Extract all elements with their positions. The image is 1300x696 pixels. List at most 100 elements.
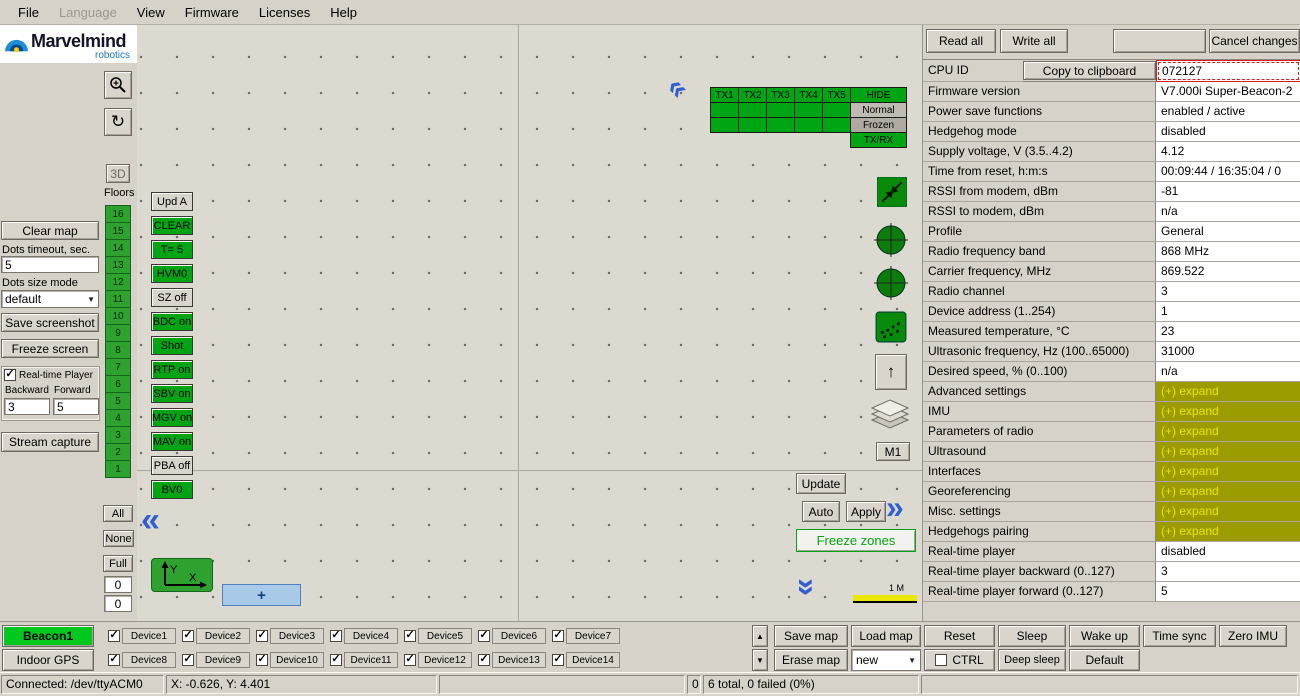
device-toggle[interactable]: ✓ Device10 — [256, 652, 326, 668]
indoor-gps-tab[interactable]: Indoor GPS — [2, 649, 94, 671]
save-map-button[interactable]: Save map — [774, 625, 848, 647]
default-button[interactable]: Default — [1069, 649, 1140, 671]
3d-view-button[interactable]: 3D — [106, 164, 130, 183]
parameter-value[interactable]: 23 — [1156, 322, 1300, 342]
tx-column-header[interactable]: TX4 — [794, 87, 823, 103]
parameter-value[interactable]: (+) expand — [1156, 402, 1300, 422]
axis-orientation-widget[interactable]: Y X — [151, 558, 213, 592]
parameter-value[interactable]: 4.12 — [1156, 142, 1300, 162]
tx-column-header[interactable]: TX3 — [766, 87, 795, 103]
parameter-value[interactable]: (+) expand — [1156, 522, 1300, 542]
parameter-value[interactable]: -81 — [1156, 182, 1300, 202]
device-toggle[interactable]: ✓ Device6 — [478, 628, 548, 644]
device-toggle[interactable]: ✓ Device5 — [404, 628, 474, 644]
map-area[interactable]: « TX1TX2TX3TX4TX5 HIDE Normal Frozen TX/… — [137, 25, 922, 621]
parameter-value[interactable]: n/a — [1156, 362, 1300, 382]
device-toggle[interactable]: ✓ Device12 — [404, 652, 474, 668]
layers-control[interactable] — [868, 398, 912, 438]
update-button[interactable]: Update — [796, 473, 846, 494]
menu-item[interactable]: Firmware — [175, 1, 249, 24]
floor-button[interactable]: 8 — [105, 341, 131, 359]
tx-column-header[interactable]: TX1 — [710, 87, 739, 103]
write-all-button[interactable]: Write all — [1000, 29, 1068, 53]
menu-item[interactable]: Help — [320, 1, 367, 24]
parameter-value[interactable]: V7.000i Super-Beacon-2 — [1156, 82, 1300, 102]
device-checkbox[interactable]: ✓ — [330, 654, 342, 666]
map-select[interactable]: new ▼ — [851, 649, 921, 671]
stream-capture-button[interactable]: Stream capture — [1, 432, 99, 452]
parameter-value[interactable]: (+) expand — [1156, 462, 1300, 482]
tx-cell[interactable] — [794, 102, 823, 118]
device-toggle[interactable]: ✓ Device14 — [552, 652, 622, 668]
device-scroll-up-button[interactable]: ▲ — [752, 625, 768, 647]
submap-move-control[interactable] — [872, 264, 910, 302]
chevron-down-double-icon[interactable]: » — [792, 578, 824, 596]
device-checkbox[interactable]: ✓ — [182, 654, 194, 666]
device-toggle[interactable]: ✓ Device11 — [330, 652, 400, 668]
floors-none-button[interactable]: None — [103, 530, 134, 547]
device-toggle[interactable]: ✓ Device8 — [108, 652, 178, 668]
menu-item[interactable]: File — [8, 1, 49, 24]
save-screenshot-button[interactable]: Save screenshot — [1, 313, 99, 332]
parameter-value[interactable]: 5 — [1156, 582, 1300, 602]
forward-input[interactable] — [53, 398, 99, 415]
tx-txrx-button[interactable]: TX/RX — [850, 132, 907, 148]
collapse-up-left-icon[interactable]: « — [661, 71, 694, 104]
device-checkbox[interactable]: ✓ — [182, 630, 194, 642]
chevron-down-icon[interactable]: ▼ — [908, 656, 916, 665]
backward-input[interactable] — [4, 398, 50, 415]
map-mode-button[interactable]: T= 5 — [151, 240, 193, 259]
tx-cell[interactable] — [822, 117, 851, 133]
tx-column-header[interactable]: TX5 — [822, 87, 851, 103]
device-checkbox[interactable]: ✓ — [108, 654, 120, 666]
floors-all-button[interactable]: All — [103, 505, 133, 522]
parameter-value[interactable]: disabled — [1156, 122, 1300, 142]
apply-button[interactable]: Apply — [846, 501, 886, 522]
tx-cell[interactable] — [766, 102, 795, 118]
collapse-left-icon[interactable]: « — [141, 503, 160, 537]
map-mode-button[interactable]: MGV on — [151, 408, 193, 427]
menu-item[interactable]: Licenses — [249, 1, 320, 24]
map-mode-button[interactable]: CLEAR — [151, 216, 193, 235]
parameter-value[interactable]: 3 — [1156, 562, 1300, 582]
device-toggle[interactable]: ✓ Device3 — [256, 628, 326, 644]
device-checkbox[interactable]: ✓ — [404, 630, 416, 642]
zoom-button[interactable] — [104, 71, 132, 99]
tx-hide-button[interactable]: HIDE — [850, 87, 907, 103]
freeze-zones-button[interactable]: Freeze zones — [796, 529, 916, 552]
device-checkbox[interactable]: ✓ — [256, 654, 268, 666]
parameter-value[interactable]: 3 — [1156, 282, 1300, 302]
parameter-value[interactable]: (+) expand — [1156, 502, 1300, 522]
map-mode-button[interactable]: RTP on — [151, 360, 193, 379]
floor-button[interactable]: 5 — [105, 392, 131, 410]
parameter-value[interactable]: (+) expand — [1156, 482, 1300, 502]
auto-button[interactable]: Auto — [802, 501, 840, 522]
parameter-value[interactable]: (+) expand — [1156, 442, 1300, 462]
floor-button[interactable]: 2 — [105, 443, 131, 461]
tx-cell[interactable] — [766, 117, 795, 133]
chevron-down-icon[interactable]: ▼ — [87, 295, 95, 304]
realtime-player-checkbox[interactable]: ✓ — [4, 369, 16, 381]
parameter-value[interactable]: enabled / active — [1156, 102, 1300, 122]
menu-item[interactable]: View — [127, 1, 175, 24]
load-map-button[interactable]: Load map — [851, 625, 921, 647]
tx-cell[interactable] — [738, 102, 767, 118]
device-checkbox[interactable]: ✓ — [478, 654, 490, 666]
device-scroll-down-button[interactable]: ▼ — [752, 649, 768, 671]
deep-sleep-button[interactable]: Deep sleep — [998, 649, 1066, 671]
map-mode-button[interactable]: Upd A — [151, 192, 193, 211]
floor-button[interactable]: 9 — [105, 324, 131, 342]
tx-cell[interactable] — [822, 102, 851, 118]
device-checkbox[interactable]: ✓ — [478, 630, 490, 642]
parameter-value[interactable]: 00:09:44 / 16:35:04 / 0 — [1156, 162, 1300, 182]
parameter-value[interactable]: n/a — [1156, 202, 1300, 222]
floors-full-button[interactable]: Full — [103, 555, 133, 572]
tx-frozen-button[interactable]: Frozen — [850, 117, 907, 133]
device-toggle[interactable]: ✓ Device9 — [182, 652, 252, 668]
map-mode-button[interactable]: PBA off — [151, 456, 193, 475]
map-mode-button[interactable]: HVM0 — [151, 264, 193, 283]
parameter-value[interactable]: 31000 — [1156, 342, 1300, 362]
ctrl-checkbox[interactable] — [935, 654, 947, 666]
time-sync-button[interactable]: Time sync — [1143, 625, 1216, 647]
map-mode-button[interactable]: MAV on — [151, 432, 193, 451]
